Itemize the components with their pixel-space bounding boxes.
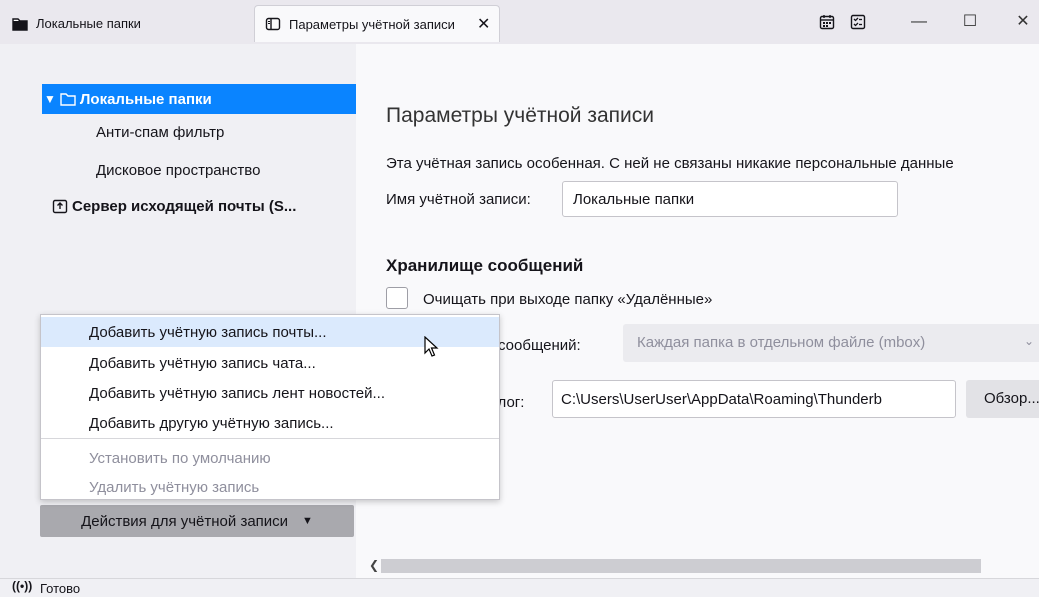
page-title: Параметры учётной записи (386, 104, 654, 127)
store-type-select[interactable]: Каждая папка в отдельном файле (mbox) (623, 324, 1039, 362)
maximize-button[interactable]: ☐ (958, 10, 982, 34)
sidebar-item-label: Дисковое пространство (96, 161, 261, 179)
sidebar-item-label: Локальные папки (79, 90, 212, 108)
menu-separator (41, 438, 499, 439)
menu-item-remove-account[interactable]: Удалить учётную запись (41, 472, 499, 502)
account-actions-label: Действия для учётной записи (81, 512, 289, 530)
calendar-icon[interactable] (819, 14, 835, 30)
folder-icon (12, 17, 28, 31)
local-dir-field[interactable]: C:\Users\UserUser\AppData\Roaming\Thunde… (552, 380, 956, 418)
mouse-cursor-icon (424, 336, 439, 357)
sidebar-item-junk-filter[interactable]: Анти-спам фильтр (42, 117, 356, 147)
account-name-field[interactable]: Локальные папки (562, 181, 898, 217)
tasks-icon[interactable] (850, 14, 866, 30)
tab-label: Параметры учётной записи (289, 16, 455, 32)
menu-item-add-other-account[interactable]: Добавить другую учётную запись... (41, 408, 499, 438)
status-text: Готово (40, 581, 81, 596)
tab-local-folders[interactable]: Локальные папки (0, 5, 254, 42)
tab-account-settings[interactable]: Параметры учётной записи ✕ (254, 5, 500, 42)
sidebar-item-disk-space[interactable]: Дисковое пространство (42, 155, 356, 185)
sidebar-item-label: Сервер исходящей почты (S... (72, 197, 297, 215)
close-icon[interactable]: ✕ (477, 14, 490, 34)
menu-item-set-default[interactable]: Установить по умолчанию (41, 443, 499, 473)
account-settings-icon (265, 17, 281, 31)
empty-trash-label: Очищать при выходе папку «Удалённые» (423, 291, 713, 308)
tab-label: Локальные папки (36, 16, 141, 31)
sidebar-item-outgoing-server[interactable]: Сервер исходящей почты (S... (42, 191, 356, 221)
chevron-down-icon: ▼ (302, 515, 313, 527)
empty-trash-checkbox[interactable] (386, 287, 408, 309)
sidebar-item-local-folders[interactable]: ▼ Локальные папки (42, 84, 356, 114)
account-name-label: Имя учётной записи: (386, 191, 531, 208)
chevron-down-icon: ⌄ (1024, 334, 1035, 348)
storage-heading: Хранилище сообщений (386, 256, 584, 275)
account-actions-button[interactable]: Действия для учётной записи ▼ (40, 505, 354, 537)
browse-button[interactable]: Обзор... (966, 380, 1039, 418)
scroll-left-arrow-icon[interactable]: ❮ (369, 558, 379, 572)
horizontal-scrollbar-thumb[interactable] (381, 559, 981, 573)
online-status-icon[interactable]: ((•)) (12, 579, 32, 593)
chevron-down-icon[interactable]: ▼ (44, 92, 56, 106)
minimize-button[interactable]: — (907, 10, 931, 34)
sidebar-item-label: Анти-спам фильтр (96, 123, 225, 141)
folder-icon (60, 93, 76, 106)
outgoing-server-icon (52, 199, 68, 214)
window-close-button[interactable]: ✕ (1011, 10, 1035, 34)
account-description: Эта учётная запись особенная. С ней не с… (386, 155, 954, 172)
menu-item-add-feed-account[interactable]: Добавить учётную запись лент новостей... (41, 378, 499, 408)
status-bar (0, 578, 1039, 597)
